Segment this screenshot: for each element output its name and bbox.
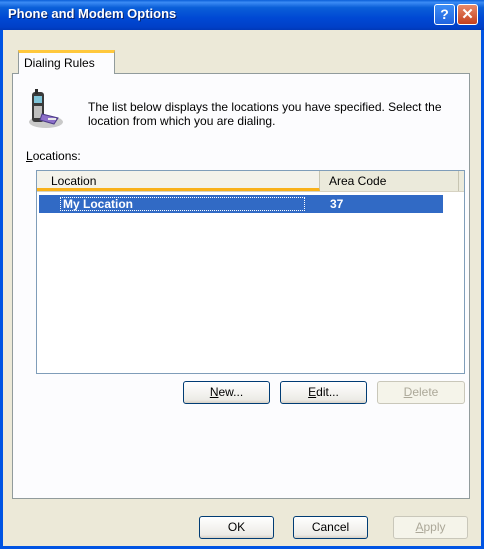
- apply-button[interactable]: Apply: [393, 516, 468, 539]
- locations-label: Locations:: [26, 149, 81, 163]
- ok-button[interactable]: OK: [199, 516, 274, 539]
- list-header: Location Area Code: [37, 171, 464, 192]
- title-bar[interactable]: Phone and Modem Options ? ✕: [0, 0, 484, 30]
- delete-label-rest: elete: [412, 385, 439, 399]
- table-row[interactable]: My Location 37: [39, 195, 443, 213]
- help-icon[interactable]: ?: [434, 4, 455, 25]
- edit-accel: E: [308, 385, 317, 399]
- delete-accel: D: [403, 385, 413, 399]
- edit-label-rest: dit...: [316, 385, 339, 399]
- new-label-rest: ew...: [218, 385, 244, 399]
- delete-button[interactable]: Delete: [377, 381, 465, 404]
- edit-button[interactable]: Edit...: [280, 381, 367, 404]
- locations-label-rest: ocations:: [32, 149, 81, 163]
- description-text: The list below displays the locations yo…: [88, 100, 442, 128]
- close-icon[interactable]: ✕: [457, 4, 478, 25]
- column-header-filler: [460, 171, 464, 191]
- row-area-code: 37: [330, 197, 344, 211]
- apply-accel: A: [415, 520, 424, 534]
- row-location: My Location: [60, 197, 305, 211]
- locations-list[interactable]: Location Area Code My Location 37: [36, 170, 465, 374]
- window-title: Phone and Modem Options: [8, 6, 177, 21]
- locations-accel: L: [26, 149, 33, 163]
- apply-label-rest: pply: [423, 520, 446, 534]
- tab-dialing-rules[interactable]: Dialing Rules: [18, 50, 115, 74]
- column-header-location[interactable]: Location: [37, 171, 320, 191]
- column-header-area-code[interactable]: Area Code: [321, 171, 459, 191]
- cancel-button[interactable]: Cancel: [293, 516, 368, 539]
- phone-icon: [29, 89, 63, 128]
- new-button[interactable]: New...: [183, 381, 270, 404]
- tab-label: Dialing Rules: [24, 56, 95, 70]
